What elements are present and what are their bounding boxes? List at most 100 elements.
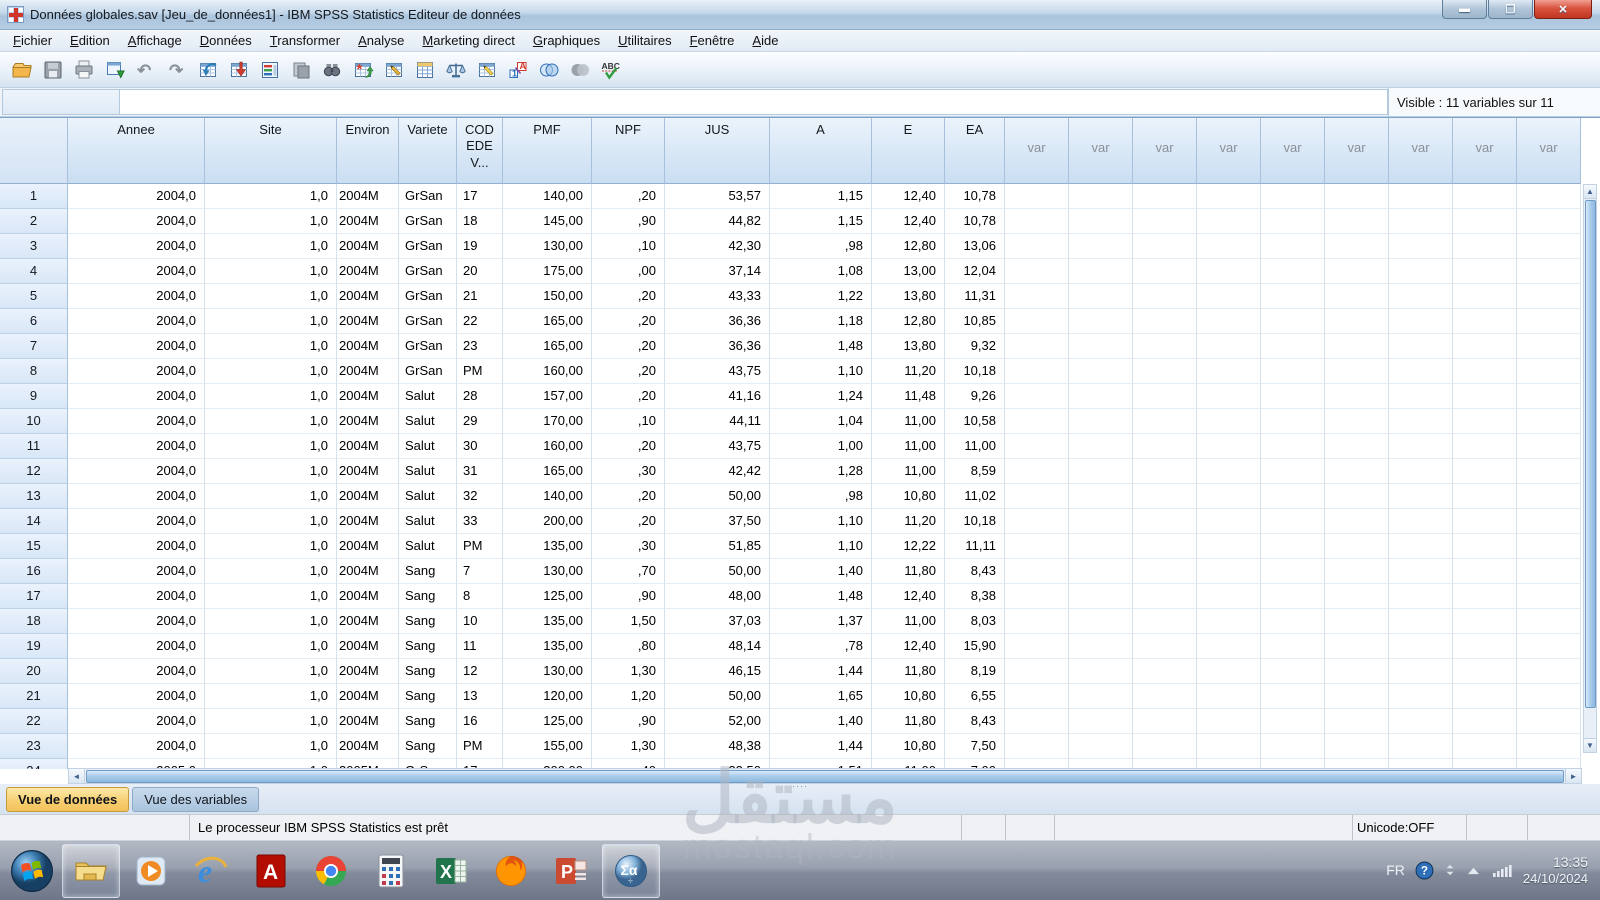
data-cell-empty[interactable] — [1069, 284, 1133, 309]
data-cell-empty[interactable] — [1517, 559, 1581, 584]
data-cell[interactable]: 15,90 — [945, 634, 1005, 659]
data-cell[interactable]: 1,30 — [592, 734, 665, 759]
data-cell[interactable]: 200,00 — [503, 509, 592, 534]
data-cell[interactable]: Sang — [399, 709, 457, 734]
data-cell[interactable]: 42,30 — [665, 234, 770, 259]
network-icon[interactable] — [1491, 861, 1513, 879]
data-cell-empty[interactable] — [1453, 384, 1517, 409]
data-cell-empty[interactable] — [1389, 234, 1453, 259]
data-cell[interactable]: 2004,0 — [68, 659, 205, 684]
scroll-down-arrow[interactable]: ▼ — [1584, 738, 1596, 752]
data-cell[interactable]: 19 — [457, 234, 503, 259]
row-number[interactable]: 17 — [0, 584, 68, 609]
data-cell-empty[interactable] — [1069, 309, 1133, 334]
horizontal-scrollbar[interactable]: ◄ ► — [68, 768, 1582, 784]
data-cell[interactable]: 41,16 — [665, 384, 770, 409]
data-cell-empty[interactable] — [1453, 459, 1517, 484]
data-cell[interactable]: Salut — [399, 384, 457, 409]
data-cell-empty[interactable] — [1005, 259, 1069, 284]
data-cell-empty[interactable] — [1197, 559, 1261, 584]
data-cell-empty[interactable] — [1005, 384, 1069, 409]
data-cell[interactable]: 130,00 — [503, 659, 592, 684]
data-cell[interactable]: 2004,0 — [68, 384, 205, 409]
data-cell[interactable]: 2004M — [337, 634, 399, 659]
data-cell[interactable]: 32 — [457, 484, 503, 509]
goto-case-icon[interactable] — [192, 55, 223, 85]
data-cell-empty[interactable] — [1197, 259, 1261, 284]
column-header-var[interactable]: var — [1517, 118, 1581, 184]
data-cell[interactable]: 48,38 — [665, 734, 770, 759]
data-cell[interactable]: 1,40 — [770, 559, 872, 584]
data-cell-empty[interactable] — [1005, 609, 1069, 634]
data-cell-empty[interactable] — [1389, 359, 1453, 384]
data-cell[interactable]: 13,06 — [945, 234, 1005, 259]
data-cell[interactable]: 135,00 — [503, 534, 592, 559]
data-cell-empty[interactable] — [1325, 559, 1389, 584]
recall-dialogs-icon[interactable] — [99, 55, 130, 85]
data-cell-empty[interactable] — [1069, 684, 1133, 709]
data-cell-empty[interactable] — [1453, 609, 1517, 634]
data-cell-empty[interactable] — [1517, 334, 1581, 359]
data-cell[interactable]: 2004M — [337, 709, 399, 734]
data-cell-empty[interactable] — [1069, 184, 1133, 209]
data-cell-empty[interactable] — [1517, 459, 1581, 484]
data-cell-empty[interactable] — [1197, 709, 1261, 734]
data-cell[interactable]: ,20 — [592, 284, 665, 309]
data-cell-empty[interactable] — [1005, 634, 1069, 659]
data-cell[interactable]: 11,00 — [872, 409, 945, 434]
data-cell[interactable]: 43,75 — [665, 359, 770, 384]
row-number[interactable]: 12 — [0, 459, 68, 484]
row-number[interactable]: 10 — [0, 409, 68, 434]
data-cell-empty[interactable] — [1517, 259, 1581, 284]
data-cell[interactable]: 30 — [457, 434, 503, 459]
data-cell-empty[interactable] — [1261, 334, 1325, 359]
data-cell[interactable]: 53,57 — [665, 184, 770, 209]
data-cell-empty[interactable] — [1517, 509, 1581, 534]
language-indicator[interactable]: FR — [1386, 862, 1405, 878]
data-cell-empty[interactable] — [1261, 284, 1325, 309]
taskbar-calculator-icon[interactable] — [362, 844, 420, 898]
data-cell[interactable]: 165,00 — [503, 309, 592, 334]
data-cell[interactable]: 135,00 — [503, 634, 592, 659]
data-cell[interactable]: 2004,0 — [68, 609, 205, 634]
show-hidden-icons[interactable] — [1466, 865, 1481, 876]
data-cell[interactable]: GrSan — [399, 259, 457, 284]
data-cell[interactable]: 1,10 — [770, 359, 872, 384]
data-cell[interactable]: 31 — [457, 459, 503, 484]
data-cell[interactable]: 2004,0 — [68, 259, 205, 284]
data-cell[interactable]: 20 — [457, 259, 503, 284]
data-cell-empty[interactable] — [1325, 334, 1389, 359]
data-cell-empty[interactable] — [1389, 559, 1453, 584]
data-cell[interactable]: 2004M — [337, 234, 399, 259]
column-header-var[interactable]: var — [1197, 118, 1261, 184]
data-cell-empty[interactable] — [1517, 684, 1581, 709]
scroll-up-arrow[interactable]: ▲ — [1584, 185, 1596, 199]
data-cell[interactable]: 2004,0 — [68, 584, 205, 609]
data-cell[interactable]: ,20 — [592, 334, 665, 359]
column-header-jus[interactable]: JUS — [665, 118, 770, 184]
data-cell[interactable]: ,98 — [770, 234, 872, 259]
data-cell[interactable]: ,90 — [592, 209, 665, 234]
data-cell[interactable]: 43,75 — [665, 434, 770, 459]
data-cell[interactable]: 1,0 — [205, 684, 337, 709]
tray-arrows-icon[interactable] — [1444, 864, 1456, 876]
data-cell[interactable]: 11,20 — [872, 509, 945, 534]
find-icon[interactable] — [316, 55, 347, 85]
data-cell[interactable]: 2004,0 — [68, 284, 205, 309]
data-cell[interactable]: 2004M — [337, 559, 399, 584]
data-cell-empty[interactable] — [1325, 234, 1389, 259]
column-header-var[interactable]: var — [1133, 118, 1197, 184]
menu-donn-es[interactable]: Données — [191, 31, 261, 51]
data-cell-empty[interactable] — [1133, 384, 1197, 409]
scroll-left-arrow[interactable]: ◄ — [69, 769, 85, 783]
data-cell-empty[interactable] — [1197, 659, 1261, 684]
data-cell[interactable]: ,00 — [592, 259, 665, 284]
data-cell-empty[interactable] — [1261, 609, 1325, 634]
data-cell-empty[interactable] — [1197, 509, 1261, 534]
data-cell-empty[interactable] — [1325, 484, 1389, 509]
data-cell[interactable]: 1,44 — [770, 659, 872, 684]
cell-reference-box[interactable] — [2, 89, 120, 115]
row-number[interactable]: 16 — [0, 559, 68, 584]
data-cell[interactable]: 11 — [457, 634, 503, 659]
data-cell[interactable]: 125,00 — [503, 709, 592, 734]
